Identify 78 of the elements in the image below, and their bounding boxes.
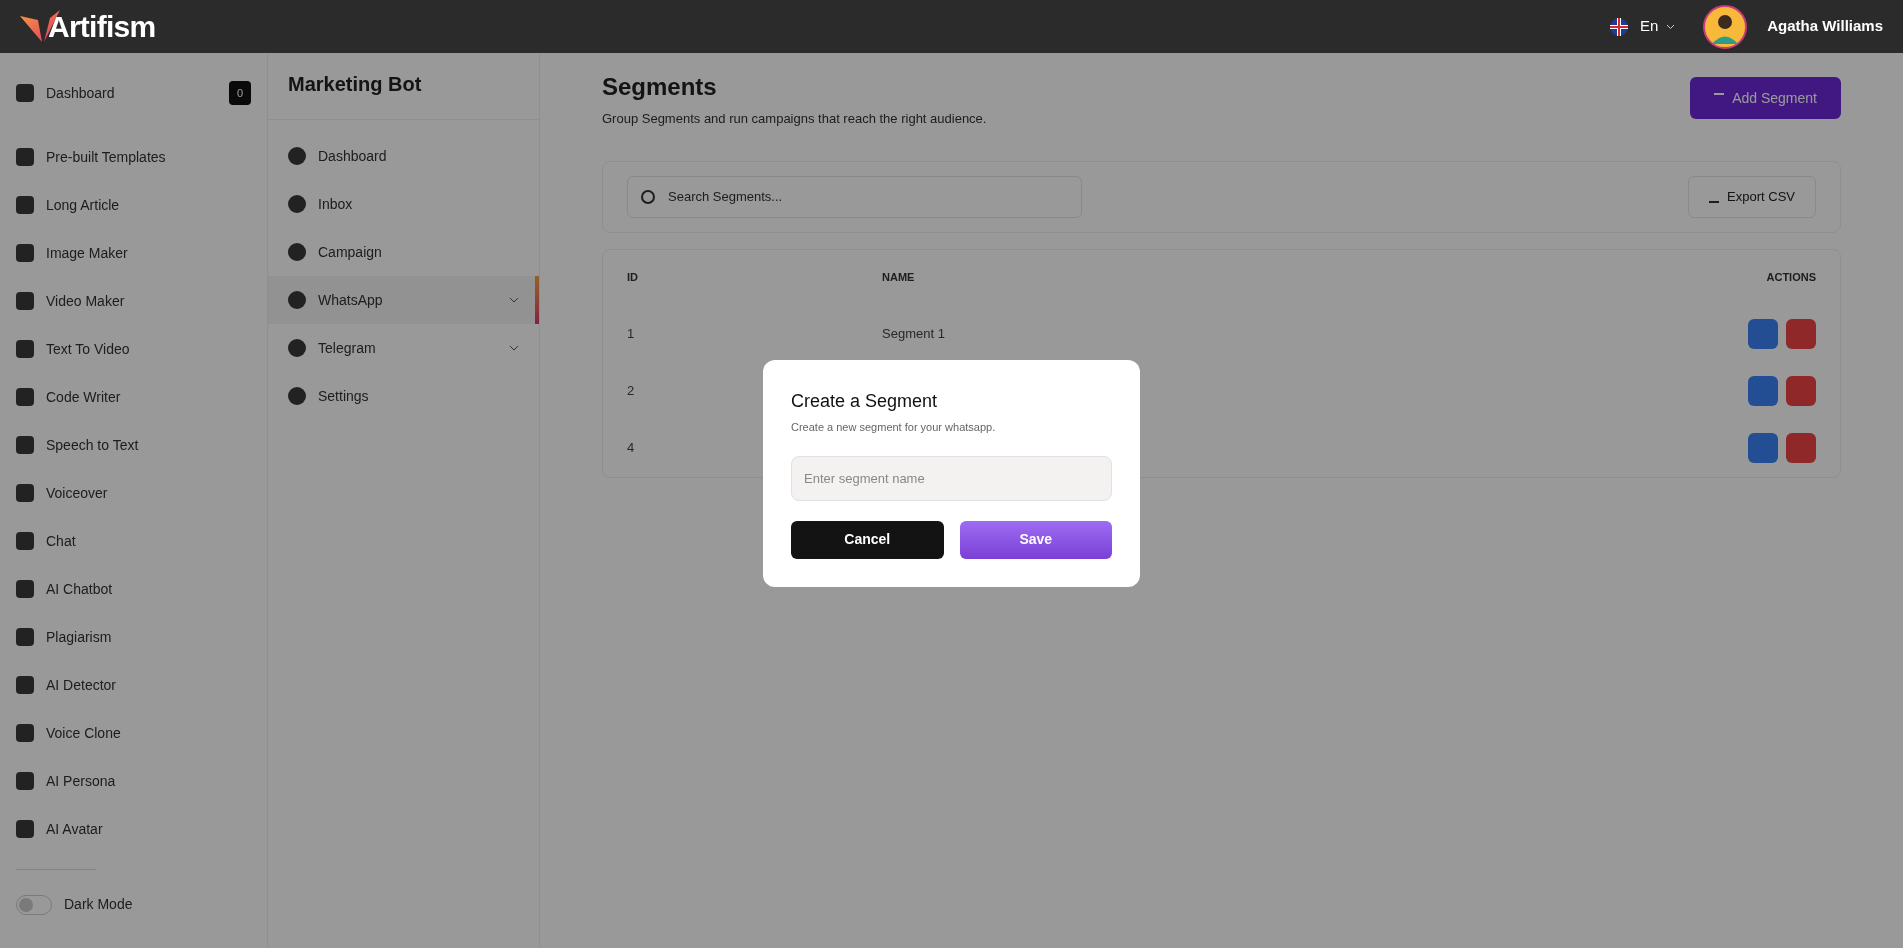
sidebar-item[interactable]: Voice Clone: [46, 722, 121, 744]
avatar[interactable]: [1703, 4, 1748, 49]
menu-item-icon: [288, 291, 306, 309]
sidebar-item[interactable]: AI Persona: [46, 770, 116, 792]
menu-item-icon: [288, 147, 306, 165]
sidebar-item[interactable]: Plagiarism: [46, 626, 112, 648]
bot-menu-item[interactable]: Dashboard: [268, 132, 539, 180]
edit-button[interactable]: [1748, 319, 1778, 349]
menu-item-icon: [16, 484, 34, 502]
chevron-down-icon: [1666, 23, 1676, 30]
menu-item-icon: [16, 628, 34, 646]
delete-button[interactable]: [1786, 319, 1816, 349]
menu-item-icon: [16, 436, 34, 454]
column-header: NAME: [882, 270, 915, 286]
sidebar-item[interactable]: Voiceover: [46, 482, 108, 504]
menu-item-icon: [16, 676, 34, 694]
bot-title: Marketing Bot: [268, 53, 539, 120]
menu-item-icon: [288, 195, 306, 213]
language-selector[interactable]: En: [1639, 15, 1676, 38]
edit-button[interactable]: [1748, 433, 1778, 463]
menu-item-icon: [16, 820, 34, 838]
dialog-description: Create a new segment for your whatsapp.: [791, 420, 997, 435]
menu-item-icon: [16, 244, 34, 262]
brand-name: Artifism: [48, 9, 156, 45]
dialog-title: Create a Segment: [791, 390, 939, 413]
menu-item-icon: [16, 292, 34, 310]
menu-item-icon: [288, 387, 306, 405]
dark-mode-toggle[interactable]: [16, 894, 52, 915]
page-title: Segments: [602, 72, 718, 102]
sidebar-item[interactable]: Image Maker: [46, 242, 128, 264]
table-cell-text: Segment 1: [882, 325, 945, 344]
table-cell: 1: [627, 326, 635, 342]
delete-button[interactable]: [1786, 433, 1816, 463]
bot-menu-item[interactable]: Telegram: [268, 324, 539, 372]
menu-item-icon: [16, 148, 34, 166]
column-header: ID: [627, 270, 639, 286]
menu-item-icon: [288, 243, 306, 261]
menu-item-icon: [16, 772, 34, 790]
cancel-button[interactable]: Cancel: [791, 520, 944, 559]
table-cell: 4: [627, 440, 635, 456]
add-segment-button[interactable]: Add Segment: [1690, 77, 1841, 119]
search-field[interactable]: Search Segments...: [627, 175, 1082, 218]
user-name: Agatha Williams: [1767, 16, 1883, 37]
bot-menu-item[interactable]: WhatsApp: [268, 276, 539, 324]
sidebar-item[interactable]: AI Chatbot: [46, 578, 113, 600]
dark-mode-label: Dark Mode: [64, 895, 133, 914]
sidebar-item[interactable]: AI Detector: [46, 674, 117, 696]
sidebar-item[interactable]: Speech to Text: [46, 434, 139, 456]
sidebar-item[interactable]: Pre-built Templates: [46, 146, 166, 168]
sidebar-item[interactable]: Code Writer: [46, 386, 121, 408]
save-button[interactable]: Save: [959, 520, 1112, 559]
segment-name-field[interactable]: Enter segment name: [791, 455, 1112, 501]
sidebar-item[interactable]: AI Avatar: [46, 818, 103, 840]
menu-item-icon: [16, 340, 34, 358]
sidebar-item[interactable]: Chat: [46, 530, 76, 552]
column-header: ACTIONS: [1766, 270, 1816, 286]
page-subtitle: Group Segments and run campaigns that reach the right audience.: [602, 110, 987, 128]
bot-menu-item[interactable]: Campaign: [268, 228, 539, 276]
menu-item-icon: [288, 339, 306, 357]
menu-item-icon: [16, 532, 34, 550]
flag-icon: [1609, 17, 1628, 36]
bot-menu-item[interactable]: Inbox: [268, 180, 539, 228]
edit-button[interactable]: [1748, 376, 1778, 406]
menu-item-icon: [16, 84, 34, 102]
count-badge: 0: [228, 80, 251, 106]
sidebar-item[interactable]: Video Maker: [46, 290, 125, 312]
menu-item-icon: [16, 388, 34, 406]
bot-menu-item[interactable]: Settings: [268, 372, 539, 420]
menu-item-icon: [16, 196, 34, 214]
sidebar-item[interactable]: Dashboard: [46, 82, 115, 104]
menu-item-icon: [16, 580, 34, 598]
table-cell: 2: [627, 383, 635, 399]
menu-item-icon: [16, 724, 34, 742]
sidebar-item[interactable]: Text To Video: [46, 338, 130, 360]
sidebar-item[interactable]: Long Article: [46, 194, 120, 216]
delete-button[interactable]: [1786, 376, 1816, 406]
export-csv-button[interactable]: Export CSV: [1688, 175, 1816, 218]
search-icon: [641, 189, 655, 204]
